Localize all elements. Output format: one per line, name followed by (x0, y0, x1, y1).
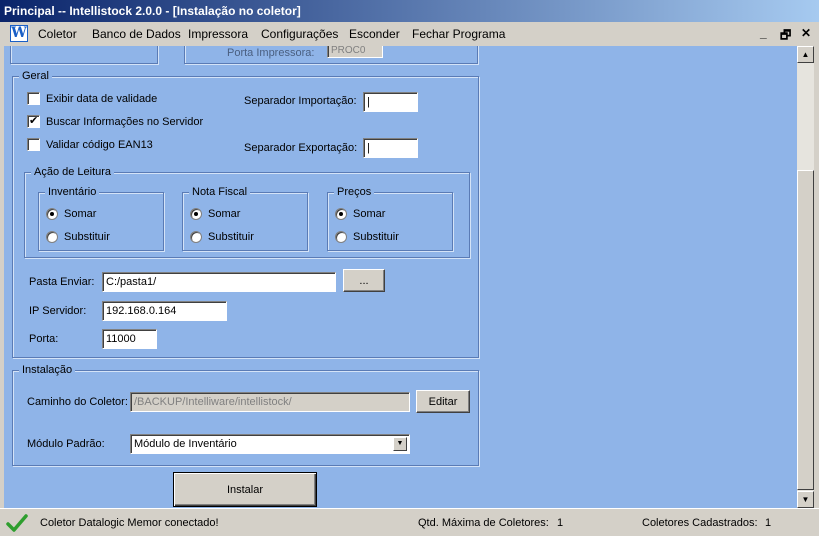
instalar-button[interactable]: Instalar (173, 472, 317, 507)
modulo-padrao-value: Módulo de Inventário (134, 438, 237, 450)
instalacao-group-title: Instalação (19, 364, 76, 376)
check-icon (6, 514, 28, 532)
menu-esconder[interactable]: Esconder (349, 27, 400, 41)
status-bar: Coletor Datalogic Memor conectado! Qtd. … (0, 508, 819, 536)
menu-banco-de-dados[interactable]: Banco de Dados (92, 27, 181, 41)
radio-inventario-substituir[interactable] (46, 231, 58, 243)
browse-folder-button[interactable]: ... (343, 269, 385, 292)
minimize-icon[interactable]: _ (760, 26, 767, 40)
ip-servidor-input[interactable]: 192.168.0.164 (102, 301, 227, 321)
radio-nota-substituir[interactable] (190, 231, 202, 243)
inventario-title: Inventário (45, 186, 100, 198)
acao-leitura-group: Ação de Leitura Inventário Somar Substit… (24, 166, 470, 258)
caminho-coletor-input[interactable]: /BACKUP/Intelliware/intellistock/ (130, 392, 410, 412)
app-logo-icon[interactable]: W (10, 25, 28, 42)
sep-exportacao-input[interactable]: | (363, 138, 418, 158)
precos-title: Preços (334, 186, 375, 198)
coletores-cadastrados-label: Coletores Cadastrados: (642, 517, 758, 529)
chk-exibir-validade[interactable] (27, 92, 40, 105)
coletores-cadastrados-value: 1 (765, 517, 772, 529)
caminho-coletor-label: Caminho do Coletor: (27, 396, 128, 408)
sep-exportacao-label: Separador Exportação: (244, 142, 358, 154)
menu-impressora[interactable]: Impressora (188, 27, 248, 41)
max-coletores-label: Qtd. Máxima de Coletores: (418, 517, 549, 529)
chk-validar-ean13[interactable] (27, 138, 40, 151)
menu-fechar-programa[interactable]: Fechar Programa (412, 27, 505, 41)
porta-input[interactable]: 11000 (102, 329, 157, 349)
restore-icon[interactable]: 🗗 (780, 26, 791, 47)
geral-group: Geral Exibir data de validade Buscar Inf… (12, 70, 479, 358)
instalacao-group: Instalação Caminho do Coletor: /BACKUP/I… (12, 364, 479, 466)
partial-group-left (10, 46, 158, 64)
pasta-enviar-input[interactable]: C:/pasta1/ (102, 272, 336, 292)
radio-inventario-substituir-label: Substituir (64, 231, 110, 243)
chk-buscar-servidor[interactable] (27, 114, 40, 128)
scroll-thumb[interactable] (797, 170, 814, 490)
editar-button[interactable]: Editar (416, 390, 470, 413)
radio-precos-somar[interactable] (335, 208, 347, 220)
ip-servidor-label: IP Servidor: (29, 305, 87, 317)
client-area: Porta Impressora: PROC0 Geral Exibir dat… (4, 46, 797, 508)
menu-configuracoes[interactable]: Configurações (261, 27, 338, 41)
radio-inventario-somar[interactable] (46, 208, 58, 220)
radio-nota-somar-label: Somar (208, 208, 241, 220)
partial-group-printer: Porta Impressora: PROC0 (184, 46, 478, 64)
modulo-padrao-label: Módulo Padrão: (27, 438, 105, 450)
vertical-scrollbar[interactable]: ▲ ▼ (797, 46, 814, 508)
nota-fiscal-group: Nota Fiscal Somar Substituir (182, 186, 308, 251)
chevron-down-icon[interactable]: ▼ (393, 437, 407, 451)
nota-fiscal-title: Nota Fiscal (189, 186, 251, 198)
geral-group-title: Geral (19, 70, 52, 82)
acao-leitura-title: Ação de Leitura (31, 166, 115, 178)
menu-bar: W Coletor Banco de Dados Impressora Conf… (0, 22, 819, 46)
radio-precos-somar-label: Somar (353, 208, 386, 220)
scroll-down-icon[interactable]: ▼ (797, 491, 814, 508)
menu-coletor[interactable]: Coletor (38, 27, 77, 41)
window-title-bar[interactable]: Principal -- Intellistock 2.0.0 - [Insta… (0, 0, 819, 22)
printer-port-label: Porta Impressora: (227, 47, 315, 59)
sep-importacao-label: Separador Importação: (244, 95, 357, 107)
close-icon[interactable]: ✕ (801, 26, 811, 40)
sep-importacao-input[interactable]: | (363, 92, 418, 112)
printer-port-field[interactable]: PROC0 (327, 46, 383, 58)
chk-buscar-servidor-label: Buscar Informações no Servidor (46, 116, 204, 128)
window-title: Principal -- Intellistock 2.0.0 - [Insta… (4, 4, 301, 18)
scroll-up-icon[interactable]: ▲ (797, 46, 814, 63)
max-coletores-value: 1 (557, 517, 564, 529)
radio-precos-substituir-label: Substituir (353, 231, 399, 243)
modulo-padrao-select[interactable]: Módulo de Inventário ▼ (130, 434, 410, 454)
chk-exibir-validade-label: Exibir data de validade (46, 93, 158, 105)
status-message: Coletor Datalogic Memor conectado! (40, 517, 219, 529)
radio-nota-somar[interactable] (190, 208, 202, 220)
radio-nota-substituir-label: Substituir (208, 231, 254, 243)
inventario-group: Inventário Somar Substituir (38, 186, 164, 251)
porta-label: Porta: (29, 333, 59, 345)
pasta-enviar-label: Pasta Enviar: (29, 276, 95, 288)
radio-inventario-somar-label: Somar (64, 208, 97, 220)
precos-group: Preços Somar Substituir (327, 186, 453, 251)
radio-precos-substituir[interactable] (335, 231, 347, 243)
chk-validar-ean13-label: Validar código EAN13 (46, 139, 153, 151)
